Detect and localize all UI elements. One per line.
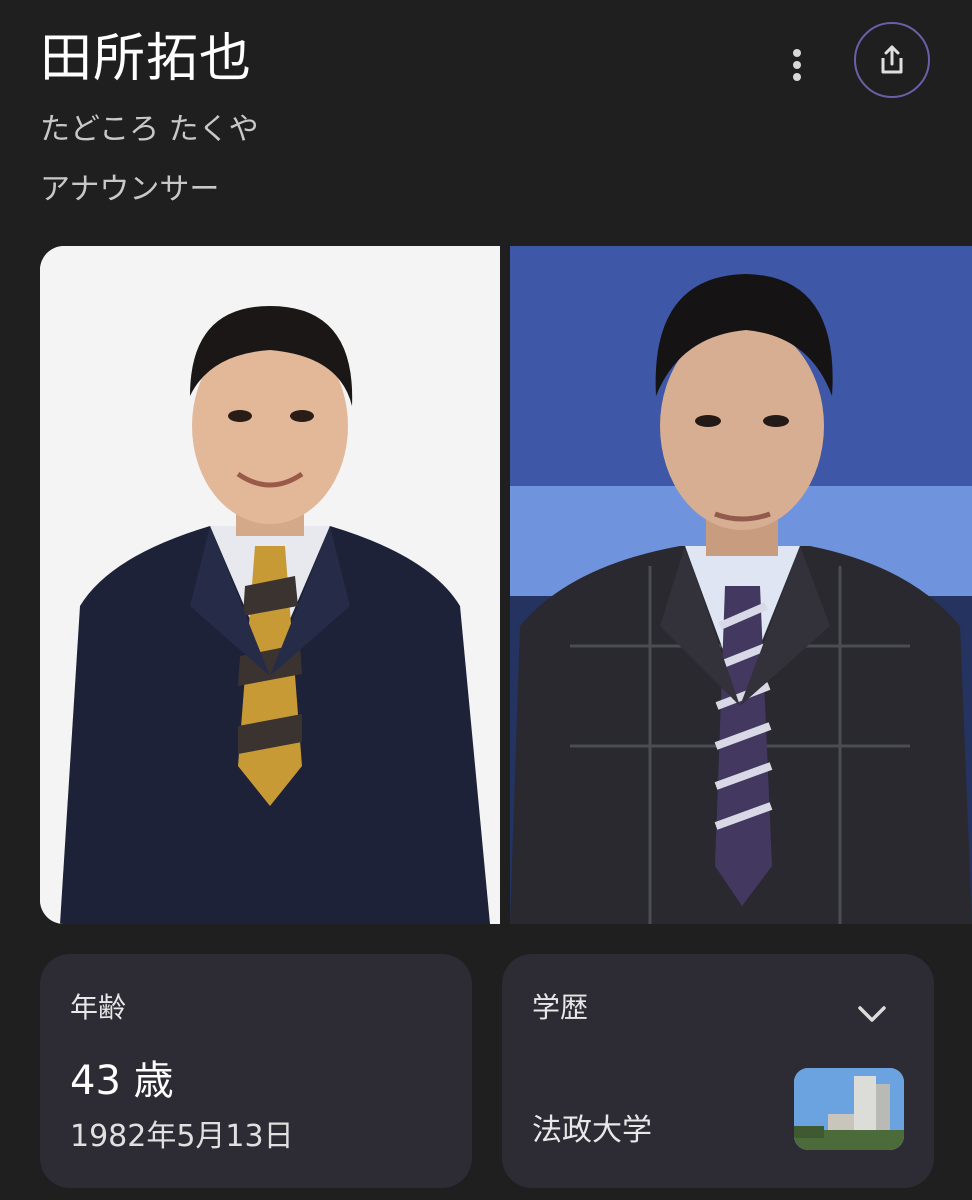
knowledge-panel-header: 田所拓也 たどころ たくや アナウンサー [0, 0, 972, 240]
education-card[interactable]: 学歴 法政大学 [502, 954, 934, 1188]
more-vert-icon [793, 49, 801, 81]
studio-portrait-photo[interactable] [40, 246, 500, 924]
birthdate: 1982年5月13日 [70, 1119, 294, 1154]
age-label: 年齢 [70, 991, 127, 1024]
image-carousel[interactable] [40, 246, 972, 924]
more-options-button[interactable] [770, 38, 824, 92]
portrait-illustration [40, 246, 500, 924]
share-icon [881, 45, 903, 74]
name-reading: たどころ たくや [40, 112, 259, 147]
page-title: 田所拓也 [40, 29, 253, 89]
news-desk-illustration [510, 246, 972, 924]
education-label: 学歴 [532, 991, 589, 1024]
occupation: アナウンサー [40, 172, 220, 207]
chevron-down-icon [858, 1006, 886, 1022]
university-thumbnail[interactable] [794, 1068, 904, 1150]
age-value: 43 歳 [70, 1058, 174, 1104]
education-value: 法政大学 [532, 1113, 652, 1148]
expand-education-button[interactable] [846, 988, 898, 1040]
age-card[interactable]: 年齢 43 歳 1982年5月13日 [40, 954, 472, 1188]
university-building-image [794, 1068, 904, 1150]
share-button[interactable] [854, 22, 930, 98]
news-desk-photo[interactable] [510, 246, 972, 924]
